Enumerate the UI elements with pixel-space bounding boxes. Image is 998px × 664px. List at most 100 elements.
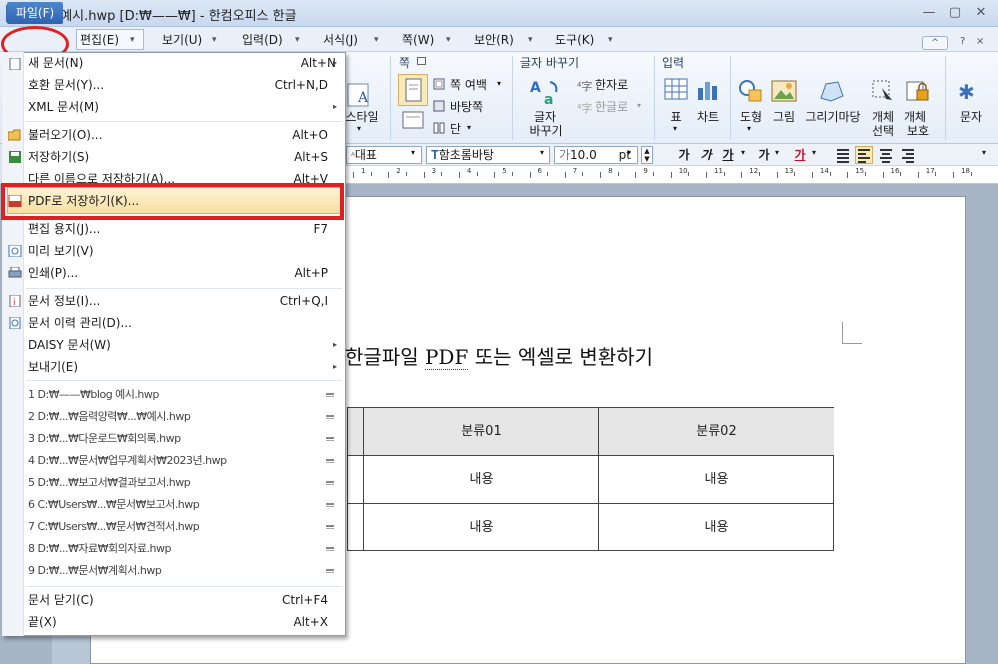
align-center-icon[interactable] <box>878 147 894 163</box>
table-cell[interactable]: 내용 <box>363 455 599 503</box>
document-heading[interactable]: 한글파일 PDF 또는 엑셀로 변환하기 <box>345 341 653 370</box>
close-button[interactable]: ✕ <box>970 4 992 22</box>
pin-icon[interactable] <box>326 481 334 485</box>
picture-button[interactable]: 그림 <box>769 108 799 125</box>
hanja-button[interactable]: 한자로 <box>595 76 628 93</box>
menu-page[interactable]: 쪽(W) <box>402 31 434 49</box>
menu-item-doc-history[interactable]: 문서 이력 관리(D)... <box>28 313 132 333</box>
menu-view-caret-icon[interactable]: ▾ <box>212 31 217 49</box>
table-cell[interactable] <box>347 455 364 503</box>
style-combo-caret-icon[interactable]: ▾ <box>411 148 415 157</box>
restore-button[interactable]: ▢ <box>944 4 966 22</box>
menu-format-caret-icon[interactable]: ▾ <box>374 31 379 49</box>
recent-file-item[interactable]: 4 D:₩...₩문서₩업무계획서₩2023년.hwp <box>28 452 227 470</box>
pin-icon[interactable] <box>326 569 334 573</box>
pin-icon[interactable] <box>326 547 334 551</box>
menu-tools-caret-icon[interactable]: ▾ <box>608 31 613 49</box>
page-margin-caret-icon[interactable]: ▾ <box>497 79 501 88</box>
menu-item-exit[interactable]: 끝(X) <box>28 612 57 632</box>
menu-item-daisy[interactable]: DAISY 문서(W) <box>28 335 111 355</box>
menu-item-xml[interactable]: XML 문서(M) <box>28 97 99 117</box>
shape-button[interactable]: 도형 <box>736 108 766 125</box>
page-layout-icon[interactable] <box>400 110 426 132</box>
menu-edit-caret-icon[interactable]: ▾ <box>130 31 135 49</box>
size-caret-icon[interactable]: ▾ <box>627 148 631 157</box>
minimize-button[interactable]: — <box>918 4 940 22</box>
recent-file-item[interactable]: 6 C:₩Users₩...₩문서₩보고서.hwp <box>28 496 200 514</box>
char-symbol-button[interactable]: 문자 <box>954 108 988 125</box>
pin-icon[interactable] <box>326 415 334 419</box>
column-caret-icon[interactable]: ▾ <box>467 123 471 132</box>
ribbon-close-icon[interactable]: × <box>976 36 984 47</box>
ribbon-collapse-button[interactable]: ^ <box>922 36 948 50</box>
chart-button[interactable]: 차트 <box>694 108 722 125</box>
menu-item-print[interactable]: 인쇄(P)... <box>28 263 78 283</box>
menu-item-open[interactable]: 불러오기(O)... <box>28 125 102 145</box>
menu-page-caret-icon[interactable]: ▾ <box>446 31 451 49</box>
menu-security-caret-icon[interactable]: ▾ <box>528 31 533 49</box>
menu-item-compat[interactable]: 호환 문서(Y)... <box>28 75 104 95</box>
page-orientation-button[interactable] <box>398 74 428 106</box>
table-cell[interactable] <box>347 503 364 551</box>
style-caret-icon[interactable]: ▾ <box>357 124 361 133</box>
table-header-cell[interactable]: 분류02 <box>598 407 834 455</box>
object-select-button-line2[interactable]: 선택 <box>868 122 898 139</box>
text-color-button[interactable]: 가 <box>792 146 808 164</box>
hangul-caret-icon[interactable]: ▾ <box>637 101 641 110</box>
change-char-button-line2[interactable]: 바꾸기 <box>524 122 568 139</box>
table-button[interactable]: 표 <box>664 108 688 125</box>
font-combo-caret-icon[interactable]: ▾ <box>540 148 544 157</box>
recent-file-item[interactable]: 5 D:₩...₩보고서₩결과보고서.hwp <box>28 474 191 492</box>
align-right-icon[interactable] <box>900 147 916 163</box>
style-button[interactable]: 스타일 <box>344 108 380 125</box>
pin-icon[interactable] <box>326 525 334 529</box>
menu-format[interactable]: 서식(J) <box>323 31 358 49</box>
text-color-caret-icon[interactable]: ▾ <box>812 148 816 157</box>
size-spinner[interactable]: ▲ ▼ <box>641 146 653 164</box>
menu-view[interactable]: 보기(U) <box>162 31 202 49</box>
background-page-button[interactable]: 바탕쪽 <box>450 98 483 115</box>
font-combo[interactable]: 𝐓함초롬바탕 <box>426 146 550 164</box>
recent-file-item[interactable]: 1 D:₩——₩blog 예시.hwp <box>28 386 159 404</box>
menu-tools[interactable]: 도구(K) <box>555 31 594 49</box>
italic-button[interactable]: 가 <box>698 146 714 164</box>
drawing-mart-button[interactable]: 그리기마당 <box>802 108 864 125</box>
recent-file-item[interactable]: 7 C:₩Users₩...₩문서₩견적서.hwp <box>28 518 200 536</box>
menu-item-page-setup[interactable]: 편집 용지(J)... <box>28 219 100 239</box>
pin-icon[interactable] <box>326 393 334 397</box>
format-more-icon[interactable]: ▾ <box>982 148 986 157</box>
page-settings-icon[interactable] <box>417 57 426 65</box>
table-cell[interactable]: 내용 <box>363 503 599 551</box>
menu-input-caret-icon[interactable]: ▾ <box>295 31 300 49</box>
underline-button[interactable]: 가 <box>720 146 736 164</box>
menu-edit[interactable]: 편집(E) <box>80 31 119 49</box>
char-shape-button[interactable]: 가 <box>756 146 772 164</box>
table-corner-cell[interactable] <box>347 407 364 455</box>
align-justify-icon[interactable] <box>835 147 851 163</box>
recent-file-item[interactable]: 2 D:₩...₩음력양력₩...₩예시.hwp <box>28 408 191 426</box>
document-table[interactable]: 분류01 분류02 내용 내용 내용 내용 <box>347 407 834 551</box>
object-protect-button-line2[interactable]: 보호 <box>900 122 936 139</box>
menu-item-close-doc[interactable]: 문서 닫기(C) <box>28 590 94 610</box>
menu-item-send[interactable]: 보내기(E) <box>28 357 78 377</box>
table-cell[interactable]: 내용 <box>598 503 834 551</box>
menu-item-save[interactable]: 저장하기(S) <box>28 147 89 167</box>
hangul-button[interactable]: 한글로 <box>595 98 628 115</box>
recent-file-item[interactable]: 3 D:₩...₩다운로드₩회의록.hwp <box>28 430 181 448</box>
help-icon[interactable]: ? <box>960 36 965 47</box>
pin-icon[interactable] <box>326 503 334 507</box>
menu-file[interactable]: 파일(F) <box>7 2 63 24</box>
recent-file-item[interactable]: 9 D:₩...₩문서₩계획서.hwp <box>28 562 162 580</box>
table-cell[interactable]: 내용 <box>598 455 834 503</box>
size-combo[interactable]: 가10.0 pt <box>554 146 638 164</box>
shape-caret-icon[interactable]: ▾ <box>747 124 751 133</box>
recent-file-item[interactable]: 8 D:₩...₩자료₩회의자료.hwp <box>28 540 171 558</box>
column-button[interactable]: 단 <box>450 120 461 137</box>
align-left-icon[interactable] <box>855 146 873 164</box>
menu-security[interactable]: 보안(R) <box>474 31 514 49</box>
char-shape-caret-icon[interactable]: ▾ <box>775 148 779 157</box>
bold-button[interactable]: 가 <box>676 146 692 164</box>
page-margin-button[interactable]: 쪽 여백 <box>450 76 487 93</box>
table-header-cell[interactable]: 분류01 <box>363 407 599 455</box>
menu-item-preview[interactable]: 미리 보기(V) <box>28 241 94 261</box>
